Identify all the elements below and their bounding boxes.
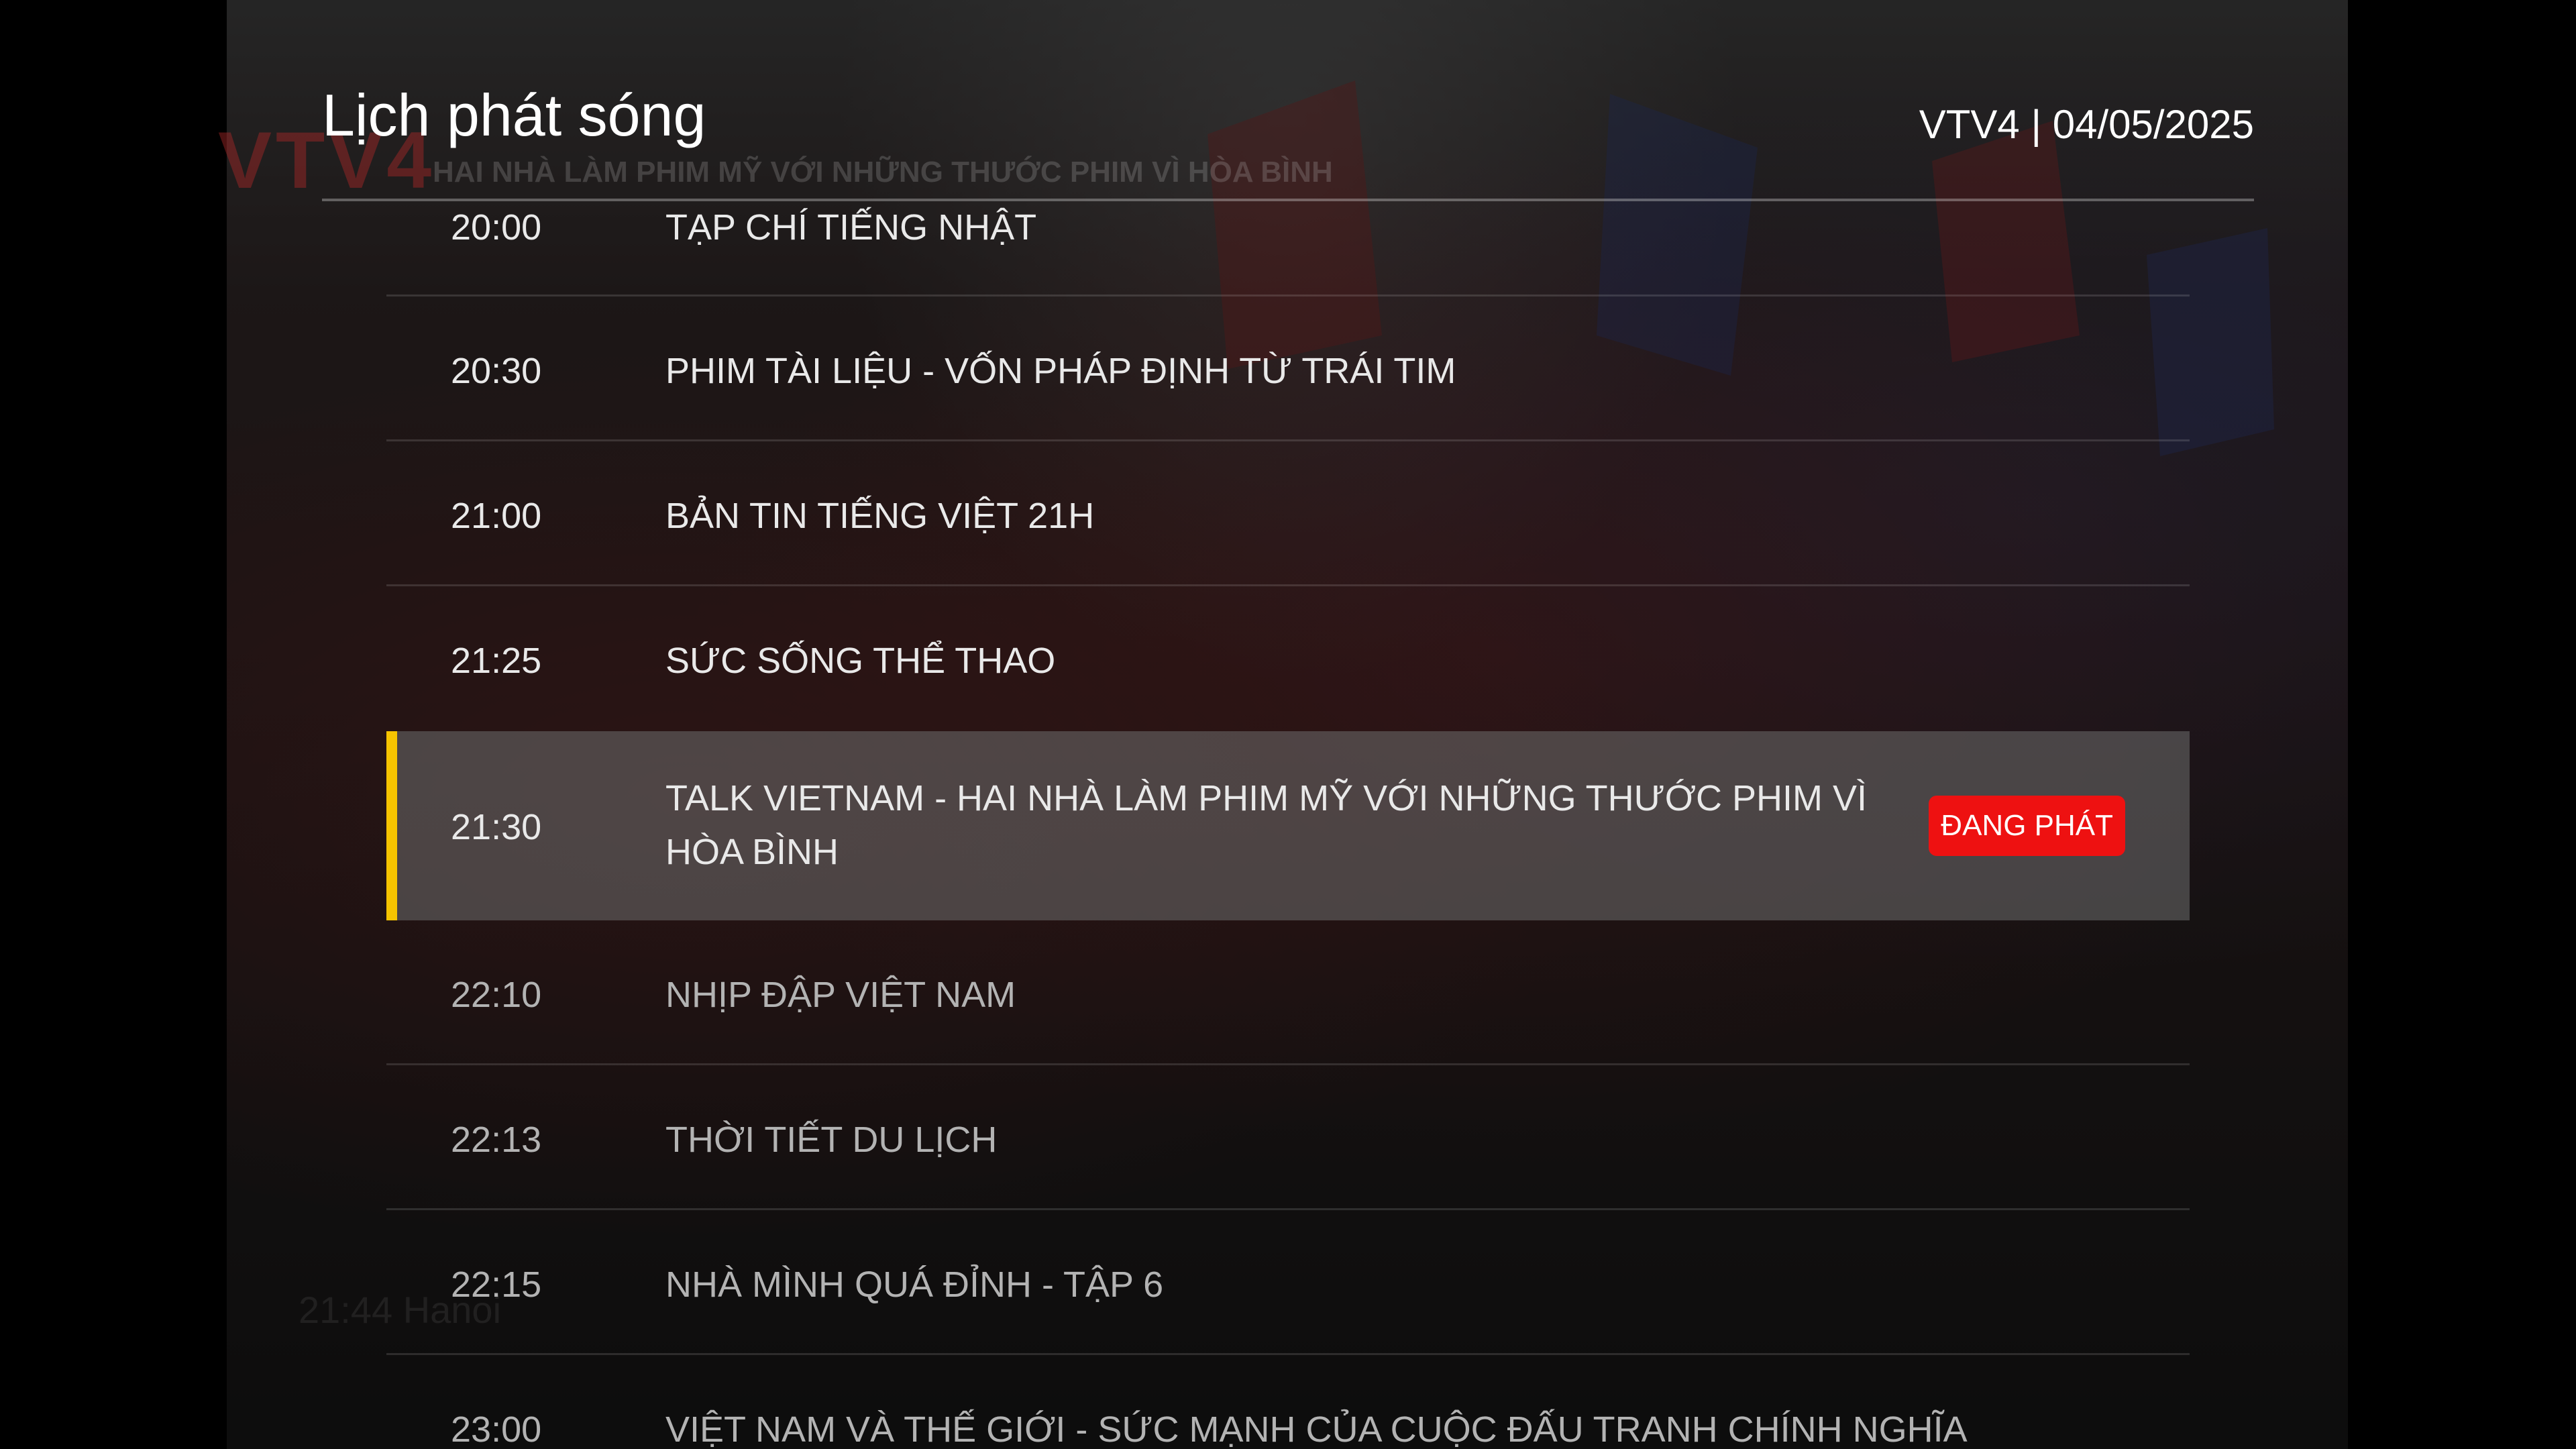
schedule-row[interactable]: 20:00 TẠP CHÍ TIẾNG NHẬT bbox=[386, 181, 2190, 297]
tv-screen: VTV4 HAI NHÀ LÀM PHIM MỸ VỚI NHỮNG THƯỚC… bbox=[0, 0, 2576, 1449]
program-title: BẢN TIN TIẾNG VIỆT 21H bbox=[665, 496, 1095, 536]
page-title: Lịch phát sóng bbox=[322, 82, 706, 148]
program-time: 22:10 bbox=[451, 975, 542, 1015]
program-title: TẠP CHÍ TIẾNG NHẬT bbox=[665, 207, 1037, 248]
program-title: NHÀ MÌNH QUÁ ĐỈNH - TẬP 6 bbox=[665, 1265, 1164, 1305]
schedule-row[interactable]: 22:13 THỜI TIẾT DU LỊCH bbox=[386, 1065, 2190, 1210]
schedule-row[interactable]: 21:25 SỨC SỐNG THỂ THAO bbox=[386, 586, 2190, 731]
schedule-row[interactable]: 21:00 BẢN TIN TIẾNG VIỆT 21H bbox=[386, 441, 2190, 586]
schedule-row-current[interactable]: 21:30 TALK VIETNAM - HAI NHÀ LÀM PHIM MỸ… bbox=[386, 731, 2190, 920]
program-title: VIỆT NAM VÀ THẾ GIỚI - SỨC MẠNH CỦA CUỘC… bbox=[665, 1409, 1968, 1449]
schedule-row[interactable]: 23:00 VIỆT NAM VÀ THẾ GIỚI - SỨC MẠNH CỦ… bbox=[386, 1355, 2190, 1449]
program-time: 22:13 bbox=[451, 1120, 542, 1160]
program-time: 21:25 bbox=[451, 641, 542, 681]
program-time: 23:00 bbox=[451, 1409, 542, 1449]
program-title: PHIM TÀI LIỆU - VỐN PHÁP ĐỊNH TỪ TRÁI TI… bbox=[665, 351, 1456, 391]
focus-indicator bbox=[386, 731, 397, 920]
program-time: 20:30 bbox=[451, 351, 542, 391]
program-time: 21:30 bbox=[451, 807, 542, 847]
program-time: 20:00 bbox=[451, 207, 542, 248]
schedule-row[interactable]: 22:10 NHỊP ĐẬP VIỆT NAM bbox=[386, 920, 2190, 1065]
schedule-row[interactable]: 22:15 NHÀ MÌNH QUÁ ĐỈNH - TẬP 6 bbox=[386, 1210, 2190, 1355]
program-title: SỨC SỐNG THỂ THAO bbox=[665, 641, 1056, 681]
channel-date-label: VTV4 | 04/05/2025 bbox=[1919, 102, 2254, 147]
program-title: THỜI TIẾT DU LỊCH bbox=[665, 1120, 998, 1160]
program-title: TALK VIETNAM - HAI NHÀ LÀM PHIM MỸ VỚI N… bbox=[665, 778, 1868, 872]
now-playing-badge: ĐANG PHÁT bbox=[1929, 796, 2125, 856]
program-time: 22:15 bbox=[451, 1265, 542, 1305]
program-title: NHỊP ĐẬP VIỆT NAM bbox=[665, 975, 1016, 1015]
program-time: 21:00 bbox=[451, 496, 542, 536]
schedule-row[interactable]: 20:30 PHIM TÀI LIỆU - VỐN PHÁP ĐỊNH TỪ T… bbox=[386, 297, 2190, 441]
